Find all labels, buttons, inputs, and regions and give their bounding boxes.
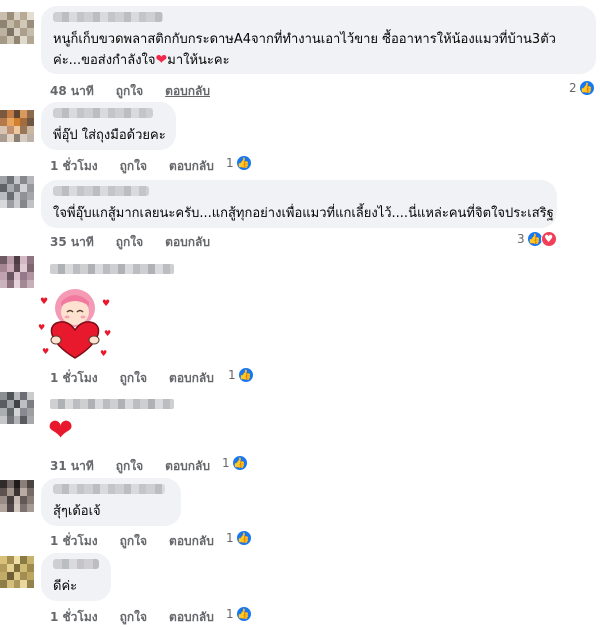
- comment-actions: 35 นาที ถูกใจ ตอบกลับ: [50, 233, 210, 252]
- like-button[interactable]: ถูกใจ: [120, 608, 147, 627]
- reply-button[interactable]: ตอบกลับ: [165, 233, 210, 252]
- timestamp[interactable]: 35 นาที: [50, 233, 94, 252]
- reply-button[interactable]: ตอบกลับ: [165, 82, 210, 101]
- comment-text: หนูก็เก็บขวดพลาสติกกับกระดาษA4จากที่ทำงา…: [53, 32, 556, 47]
- author-name-blurred[interactable]: [53, 108, 153, 118]
- author-name-blurred[interactable]: [53, 186, 149, 196]
- reaction-summary[interactable]: 1 👍: [228, 367, 254, 383]
- reaction-summary[interactable]: 2 👍: [569, 80, 595, 96]
- author-name-blurred[interactable]: [53, 484, 165, 494]
- like-button[interactable]: ถูกใจ: [116, 457, 143, 476]
- like-icon: 👍: [235, 606, 252, 622]
- comment-actions: 48 นาที ถูกใจ ตอบกลับ: [50, 82, 210, 101]
- svg-text:♥: ♥: [40, 297, 48, 307]
- reaction-count: 2: [569, 81, 577, 95]
- svg-text:♥: ♥: [100, 349, 107, 358]
- like-icon: 👍: [578, 80, 595, 96]
- comment-text-line-2: ค่ะ...ขอส่งกำลังใจ❤มาให้นะคะ: [53, 52, 230, 68]
- author-name-blurred[interactable]: [50, 264, 174, 274]
- svg-text:♥: ♥: [102, 299, 110, 309]
- avatar[interactable]: [0, 110, 34, 142]
- reply-button[interactable]: ตอบกลับ: [169, 608, 214, 627]
- reaction-count: 1: [222, 456, 230, 470]
- comment-text: สุ้ๆเด้อเจ้: [53, 504, 101, 519]
- girl-hugging-heart-sticker[interactable]: ♥ ♥ ♥ ♥ ♥ ♥: [38, 284, 112, 364]
- timestamp[interactable]: 1 ชั่วโมง: [50, 532, 98, 551]
- reaction-count: 1: [226, 156, 234, 170]
- comment-actions: 1 ชั่วโมง ถูกใจ ตอบกลับ: [50, 369, 214, 388]
- like-button[interactable]: ถูกใจ: [120, 532, 147, 551]
- reply-button[interactable]: ตอบกลับ: [169, 157, 214, 176]
- svg-text:♥: ♥: [42, 347, 49, 356]
- avatar[interactable]: [0, 176, 34, 208]
- reaction-summary[interactable]: 1 👍: [226, 155, 252, 171]
- avatar[interactable]: [0, 256, 34, 288]
- reaction-summary[interactable]: 1 👍: [226, 606, 252, 622]
- comment-actions: 31 นาที ถูกใจ ตอบกลับ: [50, 457, 210, 476]
- comment-actions: 1 ชั่วโมง ถูกใจ ตอบกลับ: [50, 157, 214, 176]
- author-name-blurred[interactable]: [50, 399, 174, 409]
- comment-text: ดีค่ะ: [53, 579, 78, 594]
- like-button[interactable]: ถูกใจ: [116, 82, 143, 101]
- reaction-summary[interactable]: 3 👍 ♥: [517, 231, 557, 247]
- author-name-blurred[interactable]: [53, 559, 99, 569]
- reaction-summary[interactable]: 1 👍: [222, 455, 248, 471]
- avatar[interactable]: [0, 480, 34, 512]
- comment-text: ใจพี่อุ๊บแกสู้มากเลยนะครับ...แกสู้ทุกอย่…: [53, 206, 554, 221]
- avatar[interactable]: [0, 392, 34, 424]
- like-button[interactable]: ถูกใจ: [120, 157, 147, 176]
- avatar[interactable]: [0, 12, 34, 44]
- comment-bubble: สุ้ๆเด้อเจ้: [41, 478, 181, 526]
- comment-bubble: หนูก็เก็บขวดพลาสติกกับกระดาษA4จากที่ทำงา…: [41, 6, 596, 74]
- comment-actions: 1 ชั่วโมง ถูกใจ ตอบกลับ: [50, 532, 214, 551]
- timestamp[interactable]: 1 ชั่วโมง: [50, 608, 98, 627]
- like-icon: 👍: [235, 155, 252, 171]
- comment-bubble: ใจพี่อุ๊บแกสู้มากเลยนะครับ...แกสู้ทุกอย่…: [41, 180, 557, 228]
- like-icon: 👍: [231, 455, 248, 471]
- heart-emoji-icon: ❤: [155, 52, 168, 68]
- like-icon: 👍: [235, 530, 252, 546]
- timestamp[interactable]: 48 นาที: [50, 82, 94, 101]
- love-icon: ♥: [540, 231, 557, 247]
- like-icon: 👍: [237, 367, 254, 383]
- timestamp[interactable]: 31 นาที: [50, 457, 94, 476]
- reply-button[interactable]: ตอบกลับ: [165, 457, 210, 476]
- reaction-count: 3: [517, 232, 525, 246]
- comment-bubble: พี่อุ๊ป ใส่ถุงมือด้วยคะ: [41, 102, 176, 150]
- reply-button[interactable]: ตอบกลับ: [169, 532, 214, 551]
- avatar[interactable]: [0, 556, 34, 588]
- svg-text:♥: ♥: [38, 323, 45, 332]
- comment-text: พี่อุ๊ป ใส่ถุงมือด้วยคะ: [53, 128, 166, 143]
- author-name-blurred[interactable]: [53, 12, 163, 22]
- reaction-count: 1: [228, 368, 236, 382]
- like-button[interactable]: ถูกใจ: [116, 233, 143, 252]
- timestamp[interactable]: 1 ชั่วโมง: [50, 157, 98, 176]
- like-button[interactable]: ถูกใจ: [120, 369, 147, 388]
- reaction-count: 1: [226, 531, 234, 545]
- reaction-count: 1: [226, 607, 234, 621]
- reply-button[interactable]: ตอบกลับ: [169, 369, 214, 388]
- reaction-summary[interactable]: 1 👍: [226, 530, 252, 546]
- comment-actions: 1 ชั่วโมง ถูกใจ ตอบกลับ: [50, 608, 214, 627]
- timestamp[interactable]: 1 ชั่วโมง: [50, 369, 98, 388]
- comment-bubble: ดีค่ะ: [41, 553, 111, 601]
- svg-text:♥: ♥: [104, 329, 111, 338]
- heart-emoji-icon: ❤: [48, 413, 74, 448]
